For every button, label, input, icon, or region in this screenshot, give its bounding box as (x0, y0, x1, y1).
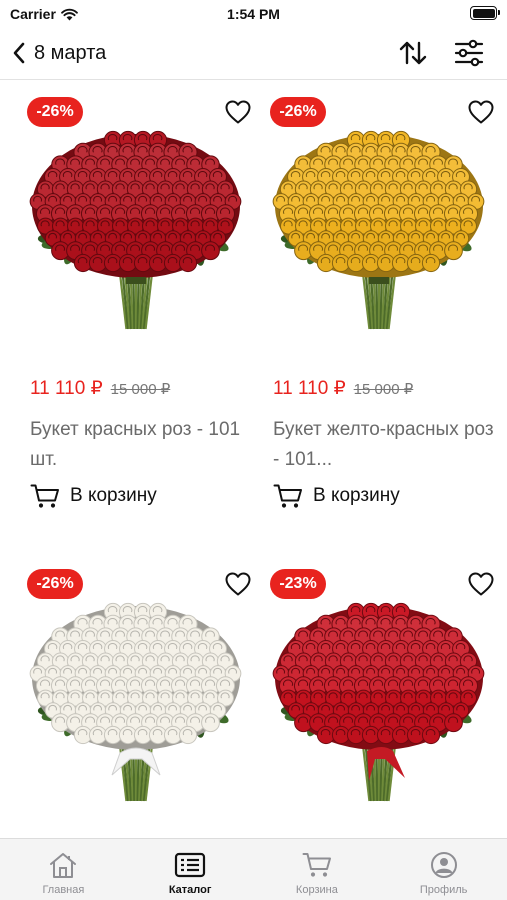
product-name[interactable]: Букет красных роз - 101 шт. (30, 415, 252, 475)
navigation-bar: 8 марта (0, 28, 507, 80)
price-row: 11 110 ₽ 15 000 ₽ (273, 377, 413, 400)
status-bar: Carrier 1:54 PM (0, 0, 507, 28)
heart-icon (225, 572, 251, 596)
tab-label: Каталог (168, 884, 212, 896)
tab-bar: Главная Каталог Корзина Профиль (0, 838, 507, 900)
tab-catalog[interactable]: Каталог (127, 839, 254, 900)
battery-icon (470, 6, 500, 20)
product-grid: -26% 11 110 ₽ 15 000 ₽ Букет красных роз… (0, 81, 507, 838)
favorite-button[interactable] (467, 571, 495, 597)
heart-icon (225, 100, 251, 124)
home-icon (50, 853, 77, 878)
product-card[interactable]: -26% (15, 553, 258, 838)
add-to-cart-label: В корзину (313, 485, 400, 506)
catalog-icon (175, 852, 206, 878)
current-price: 11 110 ₽ (273, 378, 346, 399)
old-price: 15 000 ₽ (110, 381, 171, 398)
page-title: 8 марта (34, 41, 107, 64)
sort-button[interactable] (398, 39, 428, 67)
product-name[interactable]: Букет желто-красных роз - 101... (273, 415, 495, 475)
price-row: 11 110 ₽ 15 000 ₽ (30, 377, 170, 400)
tab-profile[interactable]: Профиль (380, 839, 507, 900)
cart-icon (273, 484, 302, 508)
add-to-cart-label: В корзину (70, 485, 157, 506)
cart-icon (302, 853, 331, 877)
old-price: 15 000 ₽ (353, 381, 414, 398)
favorite-button[interactable] (224, 571, 252, 597)
product-card[interactable]: -23% (258, 553, 501, 838)
product-card[interactable]: -26% 11 110 ₽ 15 000 ₽ Букет красных роз… (15, 81, 258, 541)
profile-icon (430, 852, 457, 878)
chevron-left-icon (13, 42, 25, 64)
favorite-button[interactable] (467, 99, 495, 125)
sort-icon (399, 41, 427, 65)
filter-button[interactable] (454, 39, 484, 67)
status-time: 1:54 PM (227, 6, 280, 22)
discount-badge: -23% (270, 569, 326, 599)
add-to-cart-button[interactable]: В корзину (30, 483, 157, 509)
favorite-button[interactable] (224, 99, 252, 125)
heart-icon (468, 572, 494, 596)
add-to-cart-button[interactable]: В корзину (273, 483, 400, 509)
tab-label: Профиль (419, 884, 468, 896)
product-card[interactable]: -26% 11 110 ₽ 15 000 ₽ Букет желто-красн… (258, 81, 501, 541)
current-price: 11 110 ₽ (30, 378, 103, 399)
tab-home[interactable]: Главная (0, 839, 127, 900)
tab-cart[interactable]: Корзина (254, 839, 381, 900)
tab-label: Главная (42, 884, 85, 896)
discount-badge: -26% (27, 97, 83, 127)
back-button[interactable]: 8 марта (12, 38, 106, 68)
discount-badge: -26% (27, 569, 83, 599)
discount-badge: -26% (270, 97, 326, 127)
tab-label: Корзина (295, 884, 338, 896)
heart-icon (468, 100, 494, 124)
cart-icon (30, 484, 59, 508)
filter-icon (454, 39, 484, 67)
